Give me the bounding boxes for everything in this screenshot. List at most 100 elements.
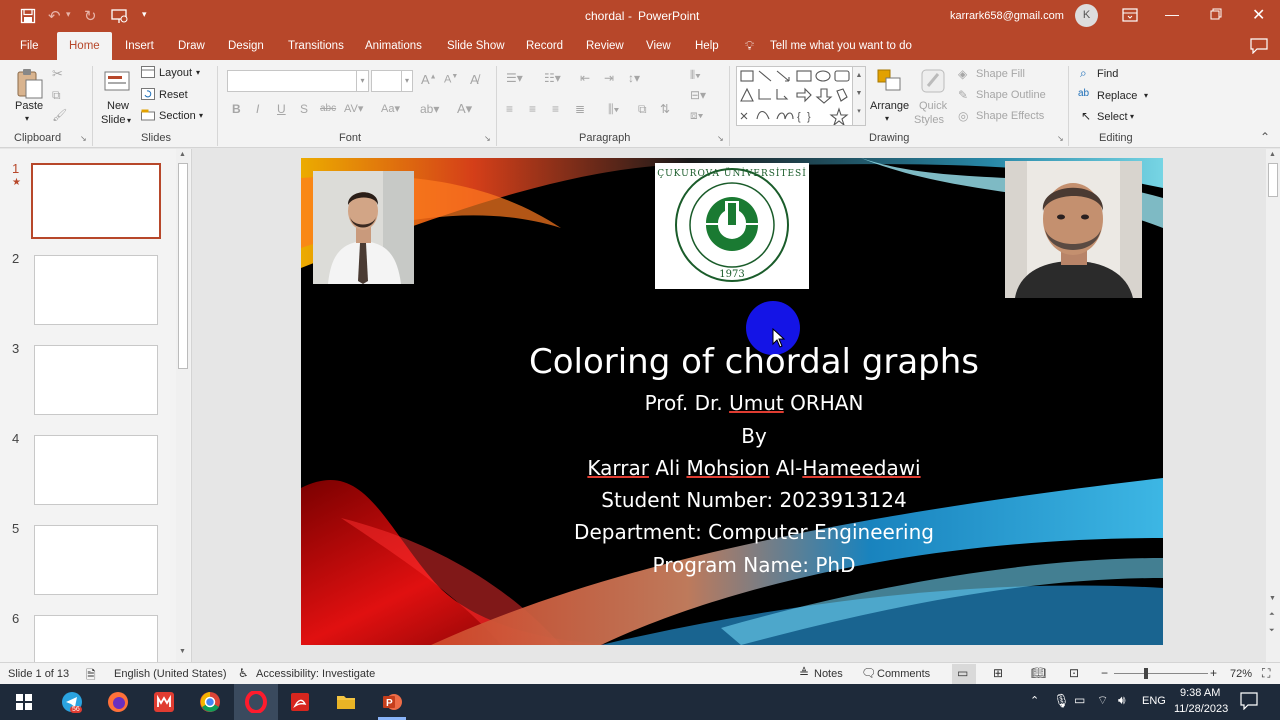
paste-button[interactable]: Paste: [15, 100, 43, 112]
slide-sorter-icon[interactable]: ⊞: [993, 666, 1003, 680]
close-icon[interactable]: ✕: [1252, 5, 1265, 25]
firefox-icon[interactable]: [100, 688, 136, 716]
slide-thumbnail-1[interactable]: [31, 163, 161, 239]
department[interactable]: Department: Computer Engineering: [323, 520, 1163, 544]
paste-icon[interactable]: [16, 68, 44, 103]
scrollbar-thumb[interactable]: [178, 163, 188, 369]
font-name-dropdown-icon[interactable]: ▾: [356, 70, 369, 92]
slide-thumbnail-3[interactable]: [34, 345, 158, 415]
zoom-out-icon[interactable]: −: [1101, 666, 1108, 680]
show-hidden-icons[interactable]: ⌃: [1030, 694, 1039, 707]
format-painter-icon[interactable]: 🖌︎: [52, 108, 67, 122]
change-case-icon[interactable]: Aa▾: [381, 102, 400, 115]
slide-thumbnail-6[interactable]: [34, 615, 158, 662]
slide-canvas[interactable]: ÇUKUROVA ÜNİVERSİTESİ 1973 Coloring of c…: [301, 158, 1163, 645]
save-icon[interactable]: [20, 8, 36, 27]
underline-icon[interactable]: U: [277, 102, 286, 116]
shape-fill-icon[interactable]: ◈: [958, 67, 967, 81]
redo-icon[interactable]: ↻: [84, 7, 97, 25]
new-slide-label-1[interactable]: New: [107, 100, 129, 112]
arrange-icon[interactable]: [876, 68, 904, 97]
line-spacing-icon[interactable]: ↕▾: [628, 71, 640, 85]
clock-date[interactable]: 11/28/2023: [1174, 703, 1228, 715]
section-button[interactable]: Section: [159, 110, 196, 122]
reset-button[interactable]: Reset: [159, 89, 188, 101]
windows-start-icon[interactable]: [6, 688, 42, 716]
battery-icon[interactable]: ▭: [1074, 693, 1085, 707]
align-center-icon[interactable]: ≡: [529, 102, 536, 116]
restore-icon[interactable]: [1210, 8, 1222, 23]
select-button[interactable]: Select: [1097, 111, 1128, 123]
quick-styles-icon[interactable]: [920, 68, 948, 97]
network-icon[interactable]: ⌔: [1097, 693, 1108, 708]
clipboard-launcher-icon[interactable]: ↘: [80, 134, 87, 143]
bullets-icon[interactable]: ☰▾: [506, 71, 523, 85]
replace-icon[interactable]: ab: [1078, 88, 1089, 99]
language-indicator[interactable]: English (United States): [114, 668, 227, 680]
program-name[interactable]: Program Name: PhD: [323, 553, 1163, 577]
align-left-icon[interactable]: ≡: [506, 102, 513, 116]
scroll-down-icon[interactable]: ▼: [179, 648, 186, 655]
notification-center-icon[interactable]: [1240, 692, 1258, 713]
layout-button[interactable]: Layout: [159, 67, 192, 79]
tab-file[interactable]: File: [20, 40, 39, 52]
normal-view-icon[interactable]: ▭: [957, 666, 968, 680]
align-right-icon[interactable]: ≡: [552, 102, 559, 116]
notes-button[interactable]: Notes: [814, 668, 843, 680]
tab-review[interactable]: Review: [586, 40, 624, 52]
find-button[interactable]: Find: [1097, 68, 1118, 80]
file-explorer-icon[interactable]: [328, 688, 364, 716]
text-shadow-icon[interactable]: S: [300, 102, 308, 116]
drawing-launcher-icon[interactable]: ↘: [1057, 134, 1064, 143]
select-icon[interactable]: ↖: [1081, 109, 1091, 123]
minimize-icon[interactable]: —: [1165, 6, 1179, 22]
section-dropdown-icon[interactable]: ▾: [199, 111, 203, 120]
tab-home[interactable]: Home: [57, 32, 112, 60]
clear-formatting-icon[interactable]: A̸: [470, 72, 479, 87]
new-slide-label-2[interactable]: Slide: [101, 114, 125, 126]
shape-fill-button[interactable]: Shape Fill: [976, 68, 1025, 80]
mindmap-app-icon[interactable]: [146, 688, 182, 716]
previous-slide-icon[interactable]: ⏶: [1269, 611, 1275, 619]
zoom-slider-thumb[interactable]: [1144, 668, 1148, 679]
tab-slide-show[interactable]: Slide Show: [447, 40, 505, 52]
author-line[interactable]: Karrar Ali Mohsion Al-Hameedawi: [323, 456, 1163, 480]
numbering-icon[interactable]: ☷▾: [544, 71, 561, 85]
powerpoint-taskbar-icon[interactable]: P: [374, 688, 410, 716]
opera-icon[interactable]: [234, 684, 278, 720]
character-spacing-icon[interactable]: AV▾: [344, 102, 363, 115]
shape-effects-icon[interactable]: ◎: [958, 109, 968, 123]
cut-icon[interactable]: ✂: [52, 66, 63, 82]
tab-insert[interactable]: Insert: [125, 40, 154, 52]
tab-help[interactable]: Help: [695, 40, 719, 52]
tab-record[interactable]: Record: [526, 40, 563, 52]
tell-me-search[interactable]: Tell me what you want to do: [770, 40, 912, 52]
by-text[interactable]: By: [323, 424, 1163, 448]
language-indicator-taskbar[interactable]: ENG: [1142, 695, 1166, 707]
customize-qat-icon[interactable]: ▾: [142, 9, 147, 20]
student-number[interactable]: Student Number: 2023913124: [323, 488, 1163, 512]
decrease-font-icon[interactable]: A▼: [444, 73, 458, 86]
select-dropdown-icon[interactable]: ▾: [1130, 112, 1134, 121]
collapse-ribbon-icon[interactable]: ⌃: [1260, 130, 1270, 144]
font-launcher-icon[interactable]: ↘: [484, 134, 491, 143]
smart-art-convert-icon[interactable]: ⧉: [638, 102, 647, 117]
quick-styles-label-1[interactable]: Quick: [919, 100, 947, 112]
section-icon[interactable]: [141, 109, 155, 124]
professor-photo[interactable]: [1005, 161, 1142, 298]
font-color-icon[interactable]: A▾: [457, 101, 472, 117]
accessibility-status[interactable]: Accessibility: Investigate: [256, 668, 375, 680]
comments-status-icon[interactable]: 🗨︎: [861, 666, 876, 680]
accessibility-icon[interactable]: ♿︎: [238, 666, 249, 680]
tab-view[interactable]: View: [646, 40, 671, 52]
paste-dropdown-icon[interactable]: ▾: [25, 114, 29, 123]
justify-icon[interactable]: ≣: [575, 102, 585, 116]
acrobat-icon[interactable]: [282, 688, 318, 716]
microphone-icon[interactable]: 🎙︎: [1053, 693, 1070, 709]
columns-icon[interactable]: ⫼▾: [608, 102, 619, 117]
shapes-gallery-icons[interactable]: {}: [737, 67, 865, 127]
tab-draw[interactable]: Draw: [178, 40, 205, 52]
strikethrough-icon[interactable]: abc: [320, 103, 336, 114]
clock-time[interactable]: 9:38 AM: [1180, 687, 1220, 699]
increase-indent-icon[interactable]: ⇥: [604, 71, 614, 85]
